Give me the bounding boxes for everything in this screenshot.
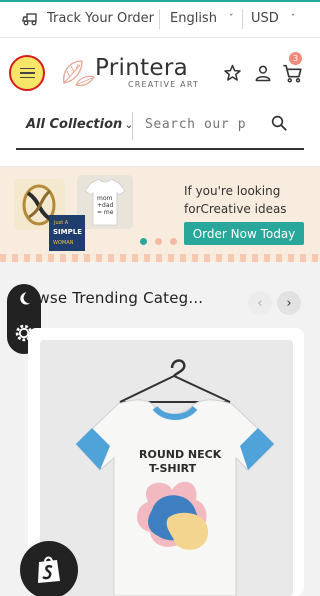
mom-text: mom — [97, 195, 113, 202]
moon-icon[interactable] — [15, 290, 33, 308]
chevron-left-icon: ‹ — [257, 295, 263, 311]
banner-headline: If you're looking forCreative ideas — [184, 184, 287, 216]
carousel-dot[interactable] — [155, 238, 162, 245]
brand-name[interactable]: Printera — [95, 55, 188, 81]
banner-image-mom-dad-shirt: mom +dad = me — [77, 175, 133, 229]
currency-label: USD — [251, 11, 279, 26]
book-text-1: Just A — [53, 220, 69, 226]
carousel-dot[interactable] — [170, 238, 177, 245]
book-text-2: SIMPLE — [53, 228, 82, 236]
banner-border-pattern — [0, 254, 320, 262]
collection-label: All Collection — [26, 117, 123, 132]
section-title: owse Trending Categ... — [28, 289, 204, 307]
book-text-3: WOMAN — [53, 240, 74, 246]
shirt-print-line1: ROUND NECK — [139, 448, 222, 461]
carousel-dot-active[interactable] — [140, 238, 147, 245]
next-arrow-button[interactable]: › — [277, 291, 301, 315]
shopify-bag-icon — [38, 556, 60, 583]
brand-tagline: CREATIVE ART — [128, 80, 200, 89]
shopify-badge[interactable] — [20, 541, 78, 596]
search-icon[interactable] — [270, 114, 288, 132]
search-input[interactable] — [145, 117, 247, 132]
currency-select[interactable]: USD ˇ — [251, 11, 295, 26]
me-text: = me — [97, 209, 114, 216]
language-label: English — [170, 11, 217, 26]
divider — [242, 9, 243, 29]
logo-leaf-icon — [63, 60, 95, 87]
order-now-button[interactable]: Order Now Today — [184, 222, 304, 245]
chevron-down-icon: ˇ — [290, 13, 296, 24]
truck-icon — [22, 12, 37, 25]
track-order-label: Track Your Order — [47, 11, 154, 26]
cart-icon[interactable] — [281, 62, 304, 84]
account-user-icon[interactable] — [253, 63, 273, 83]
chevron-down-icon: ˇ — [228, 13, 234, 24]
collection-select[interactable]: All Collection ⌄ — [26, 117, 133, 132]
dad-text: +dad — [97, 202, 114, 209]
language-select[interactable]: English ˇ — [170, 11, 233, 26]
track-order-link[interactable]: Track Your Order — [22, 11, 154, 26]
prev-arrow-button[interactable]: ‹ — [248, 291, 272, 315]
divider — [159, 9, 160, 29]
shirt-print-line2: T-SHIRT — [149, 462, 197, 475]
banner-image-book: Just A SIMPLE WOMAN — [49, 215, 85, 251]
chevron-right-icon: › — [286, 295, 292, 311]
hamburger-menu-button[interactable] — [9, 55, 45, 91]
product-image-tshirt[interactable]: ROUND NECK T-SHIRT — [40, 340, 293, 596]
cart-count-badge: 3 — [289, 52, 302, 65]
divider — [132, 112, 133, 140]
wishlist-star-icon[interactable] — [222, 63, 243, 83]
